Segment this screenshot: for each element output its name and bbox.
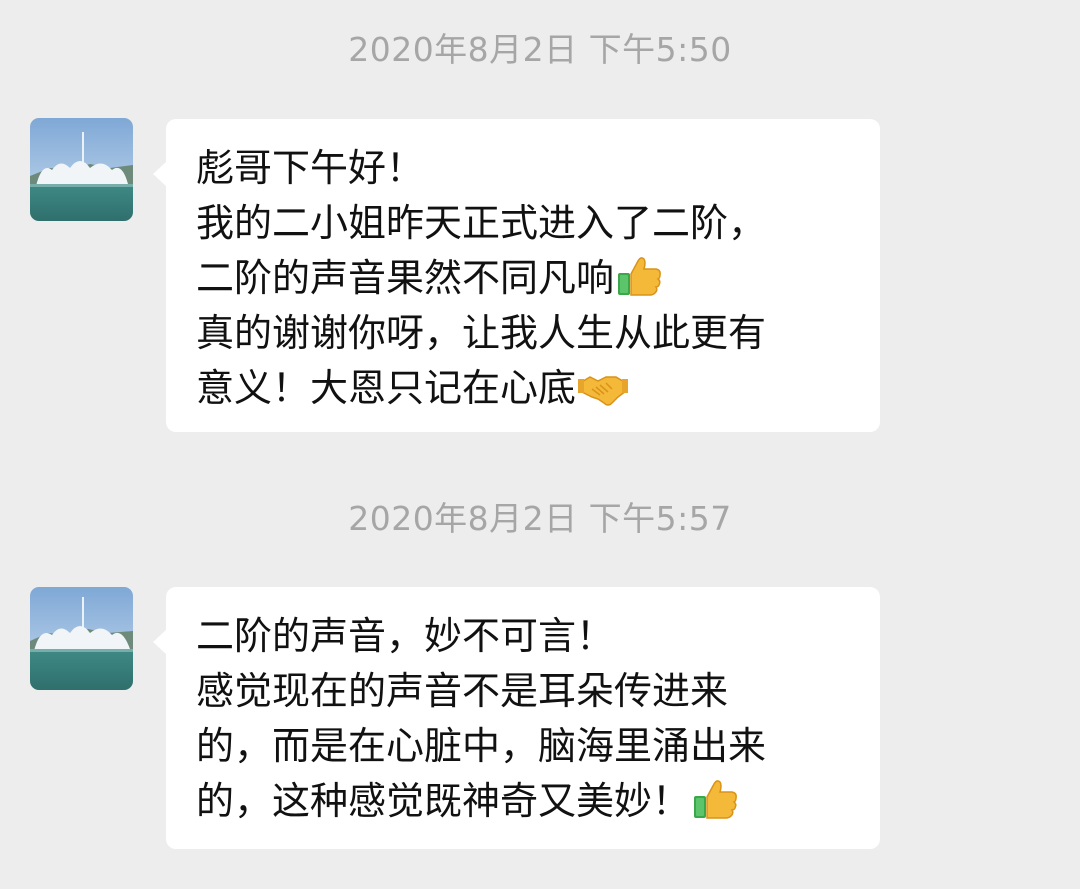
message-line-text: 二阶的声音果然不同凡响: [196, 256, 615, 300]
message-line-text: 意义！大恩只记在心底: [196, 366, 577, 410]
message-line: 我的二小姐昨天正式进入了二阶，: [196, 201, 767, 245]
message-line-with-emoji: 的，这种感觉既神奇又美妙！: [196, 774, 860, 829]
message-line: 的，而是在心脏中，脑海里涌出来: [196, 724, 767, 768]
message-line-text: 的，这种感觉既神奇又美妙！: [196, 779, 691, 823]
message-line-with-emoji: 意义！大恩只记在心底: [196, 361, 860, 416]
thumbs-up-icon: [692, 776, 738, 822]
fountain-landscape-icon: [30, 587, 133, 690]
contact-avatar[interactable]: [30, 118, 133, 221]
message-timestamp: 2020年8月2日 下午5:57: [348, 499, 732, 538]
message-line: 二阶的声音，妙不可言！: [196, 614, 615, 658]
message-bubble[interactable]: 二阶的声音，妙不可言！ 感觉现在的声音不是耳朵传进来 的，而是在心脏中，脑海里涌…: [153, 587, 880, 849]
contact-avatar[interactable]: [30, 587, 133, 690]
handshake-icon: [578, 367, 629, 409]
message-line: 彪哥下午好！: [196, 146, 425, 190]
message-line: 感觉现在的声音不是耳朵传进来: [196, 669, 729, 713]
message-bubble[interactable]: 彪哥下午好！ 我的二小姐昨天正式进入了二阶， 二阶的声音果然不同凡响 真的谢谢你…: [153, 119, 880, 432]
message-timestamp: 2020年8月2日 下午5:50: [348, 30, 732, 69]
message-line-with-emoji: 二阶的声音果然不同凡响: [196, 251, 860, 306]
thumbs-up-icon: [616, 253, 662, 299]
message-line: 真的谢谢你呀，让我人生从此更有: [196, 311, 767, 355]
fountain-landscape-icon: [30, 118, 133, 221]
